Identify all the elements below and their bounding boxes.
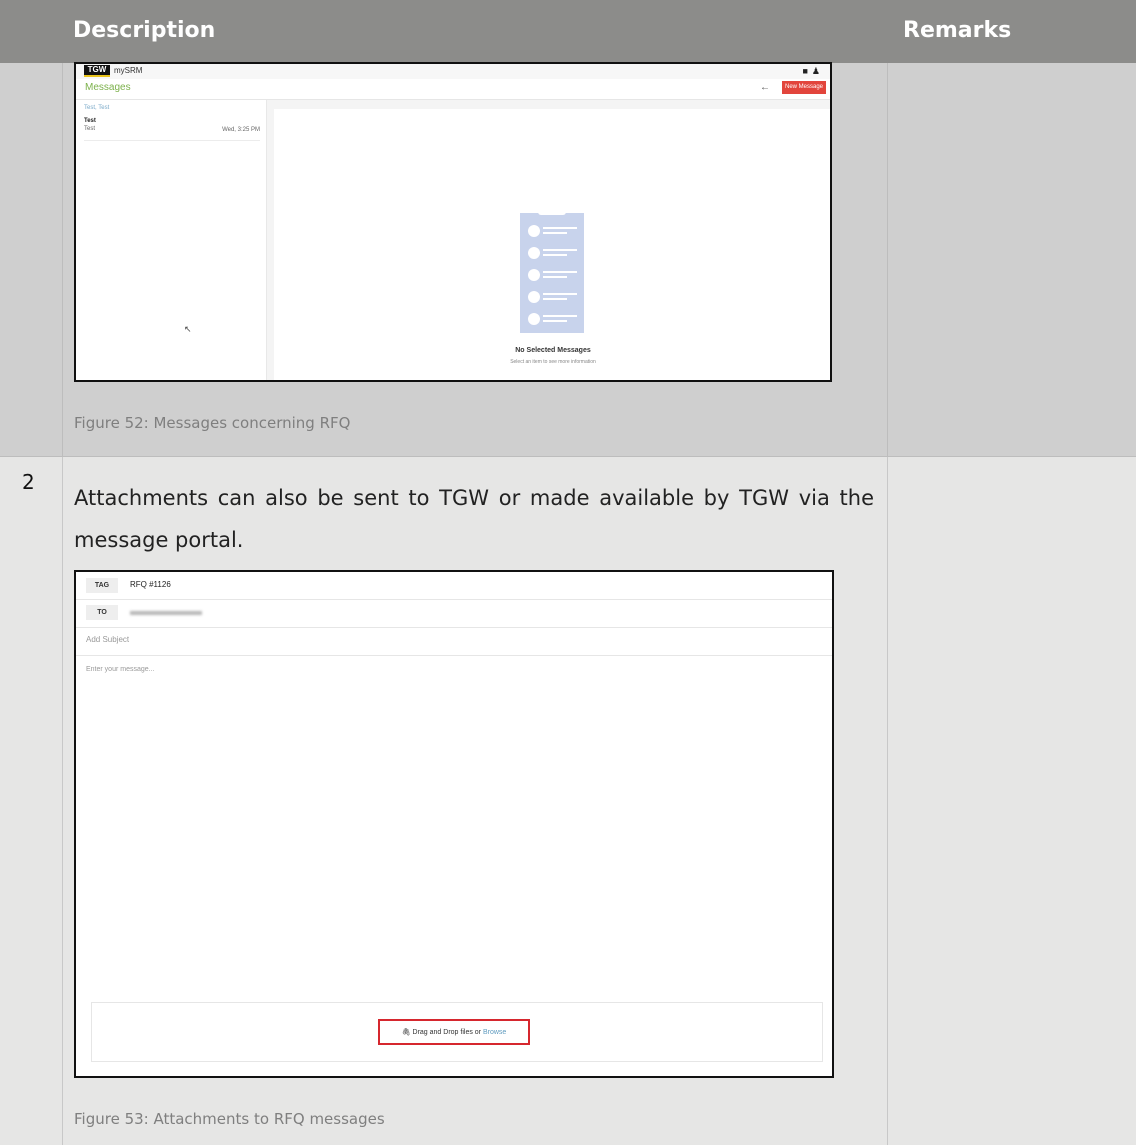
paperclip-icon: 🖇 — [401, 1029, 411, 1036]
mouse-cursor-icon: ↖ — [184, 324, 192, 334]
header-remarks: Remarks — [903, 18, 1012, 43]
app-name: mySRM — [114, 66, 143, 75]
messages-toolbar: Messages ← New Message — [76, 79, 830, 100]
attachment-drop-zone[interactable]: 🖇 Drag and Drop files or Browse — [91, 1002, 823, 1062]
tag-chip: TAG — [86, 578, 118, 593]
step-number: 2 — [22, 470, 35, 494]
message-list-panel: Test, Test Test Test Wed, 3:25 PM ↖ — [76, 100, 267, 380]
empty-state-title: No Selected Messages — [515, 347, 591, 354]
step-description: Attachments can also be sent to TGW or m… — [74, 486, 874, 552]
app-topbar: TGW mySRM ■♟ — [76, 64, 830, 79]
row1-number-cell — [0, 63, 63, 456]
to-chip: TO — [86, 605, 118, 620]
browse-link[interactable]: Browse — [483, 1029, 506, 1036]
drop-highlight: 🖇 Drag and Drop files or Browse — [378, 1019, 530, 1045]
topbar-icons: ■♟ — [802, 66, 824, 77]
list-item-title: Test — [84, 118, 96, 124]
row1-remarks-cell — [888, 63, 1136, 456]
row2-remarks-cell — [888, 457, 1136, 1145]
row2-number-cell — [0, 457, 63, 1145]
chat-icon[interactable]: ■ — [802, 66, 811, 76]
user-icon[interactable]: ♟ — [812, 66, 824, 76]
table-header: Description Remarks — [0, 0, 1136, 63]
messages-screenshot: TGW mySRM ■♟ Messages ← New Message Test… — [74, 62, 832, 382]
drop-text: Drag and Drop files or — [412, 1029, 482, 1036]
message-body-input[interactable]: Enter your message... — [86, 666, 154, 673]
new-message-button[interactable]: New Message — [782, 81, 826, 94]
page-title: Messages — [85, 82, 131, 93]
empty-state-illustration — [520, 209, 584, 333]
tgw-logo[interactable]: TGW — [84, 65, 110, 77]
list-item-time: Wed, 3:25 PM — [222, 127, 260, 133]
empty-state-subtitle: Select an item to see more information — [510, 359, 596, 365]
message-filter[interactable]: Test, Test — [84, 105, 109, 111]
list-item[interactable]: Test Test Wed, 3:25 PM — [84, 118, 260, 141]
tag-value: RFQ #1126 — [130, 580, 171, 589]
compose-message-screenshot: TAG RFQ #1126 TO Add Subject Enter your … — [74, 570, 834, 1078]
figure-52-caption: Figure 52: Messages concerning RFQ — [74, 414, 351, 432]
message-detail-panel: No Selected Messages Select an item to s… — [274, 109, 830, 380]
header-description: Description — [73, 18, 216, 43]
figure-53-caption: Figure 53: Attachments to RFQ messages — [74, 1110, 385, 1128]
back-arrow-icon[interactable]: ← — [760, 82, 770, 93]
subject-row: Add Subject — [76, 627, 832, 656]
tag-row: TAG RFQ #1126 — [76, 572, 832, 600]
to-row: TO — [76, 599, 832, 628]
recipient-field[interactable] — [130, 611, 202, 615]
list-item-subtitle: Test — [84, 126, 96, 132]
subject-input[interactable]: Add Subject — [86, 635, 129, 644]
